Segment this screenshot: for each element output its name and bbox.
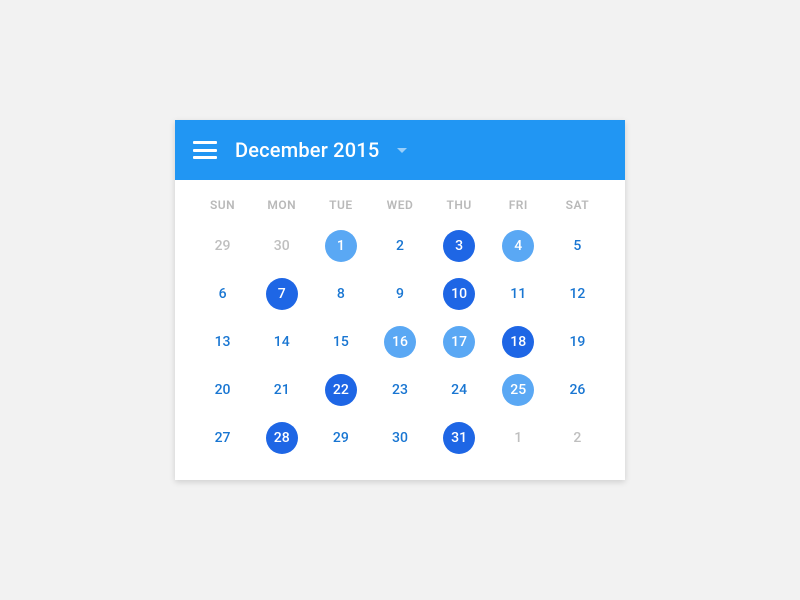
calendar-week-row: 27 28 29 30 31 12 bbox=[193, 418, 607, 458]
calendar-day-cell[interactable]: 28 bbox=[252, 418, 311, 458]
calendar-day-cell[interactable]: 6 bbox=[193, 274, 252, 314]
calendar-day-cell[interactable]: 23 bbox=[370, 370, 429, 410]
calendar-day-cell[interactable]: 8 bbox=[311, 274, 370, 314]
calendar-day-cell[interactable]: 16 bbox=[370, 322, 429, 362]
chevron-down-icon[interactable] bbox=[397, 148, 407, 153]
calendar-day[interactable]: 1 bbox=[502, 422, 534, 454]
calendar-day[interactable]: 3 bbox=[443, 230, 475, 262]
calendar-day-cell[interactable]: 7 bbox=[252, 274, 311, 314]
calendar-day[interactable]: 6 bbox=[207, 278, 239, 310]
dow-label: THU bbox=[430, 198, 489, 226]
calendar-week-row: 6789 10 11 12 bbox=[193, 274, 607, 314]
calendar-day[interactable]: 10 bbox=[443, 278, 475, 310]
calendar-week-row: 20 21 22 23 24 25 26 bbox=[193, 370, 607, 410]
calendar-day[interactable]: 15 bbox=[325, 326, 357, 358]
calendar-day[interactable]: 27 bbox=[207, 422, 239, 454]
calendar-day[interactable]: 24 bbox=[443, 374, 475, 406]
calendar-day-cell[interactable]: 5 bbox=[548, 226, 607, 266]
calendar-day-cell[interactable]: 25 bbox=[489, 370, 548, 410]
calendar-day-cell[interactable]: 15 bbox=[311, 322, 370, 362]
calendar-day-cell[interactable]: 4 bbox=[489, 226, 548, 266]
calendar-day-cell[interactable]: 29 bbox=[311, 418, 370, 458]
calendar-day-cell[interactable]: 12 bbox=[548, 274, 607, 314]
calendar-day-cell[interactable]: 14 bbox=[252, 322, 311, 362]
calendar-day-cell[interactable]: 9 bbox=[370, 274, 429, 314]
calendar-day[interactable]: 1 bbox=[325, 230, 357, 262]
calendar-day-cell[interactable]: 30 bbox=[252, 226, 311, 266]
calendar-day[interactable]: 14 bbox=[266, 326, 298, 358]
calendar-day-cell[interactable]: 3 bbox=[430, 226, 489, 266]
calendar-day-cell[interactable]: 26 bbox=[548, 370, 607, 410]
calendar-day-cell[interactable]: 18 bbox=[489, 322, 548, 362]
calendar-day[interactable]: 19 bbox=[561, 326, 593, 358]
calendar-day-cell[interactable]: 1 bbox=[311, 226, 370, 266]
calendar-week-row: 29 30 12345 bbox=[193, 226, 607, 266]
calendar-day-cell[interactable]: 21 bbox=[252, 370, 311, 410]
calendar-day[interactable]: 4 bbox=[502, 230, 534, 262]
calendar-day[interactable]: 28 bbox=[266, 422, 298, 454]
calendar-day-cell[interactable]: 27 bbox=[193, 418, 252, 458]
calendar-day[interactable]: 18 bbox=[502, 326, 534, 358]
calendar-day[interactable]: 31 bbox=[443, 422, 475, 454]
calendar-day[interactable]: 2 bbox=[561, 422, 593, 454]
calendar-day[interactable]: 21 bbox=[266, 374, 298, 406]
calendar-day[interactable]: 2 bbox=[384, 230, 416, 262]
calendar-day[interactable]: 11 bbox=[502, 278, 534, 310]
calendar-day-cell[interactable]: 19 bbox=[548, 322, 607, 362]
month-year-title: December 2015 bbox=[235, 138, 379, 162]
hamburger-icon[interactable] bbox=[193, 141, 217, 159]
calendar-day[interactable]: 23 bbox=[384, 374, 416, 406]
calendar-day-cell[interactable]: 30 bbox=[370, 418, 429, 458]
dow-label: SAT bbox=[548, 198, 607, 226]
calendar-day[interactable]: 29 bbox=[207, 230, 239, 262]
calendar-day[interactable]: 7 bbox=[266, 278, 298, 310]
dow-label: FRI bbox=[489, 198, 548, 226]
calendar-day-cell[interactable]: 22 bbox=[311, 370, 370, 410]
calendar-header: December 2015 bbox=[175, 120, 625, 180]
calendar-day-cell[interactable]: 2 bbox=[370, 226, 429, 266]
dow-label: WED bbox=[370, 198, 429, 226]
calendar-body: SUN MON TUE WED THU FRI SAT 293012345678… bbox=[175, 180, 625, 480]
calendar-day-cell[interactable]: 13 bbox=[193, 322, 252, 362]
dow-label: TUE bbox=[311, 198, 370, 226]
day-of-week-row: SUN MON TUE WED THU FRI SAT bbox=[193, 198, 607, 226]
calendar-day[interactable]: 12 bbox=[561, 278, 593, 310]
calendar-day[interactable]: 17 bbox=[443, 326, 475, 358]
calendar-day-cell[interactable]: 20 bbox=[193, 370, 252, 410]
calendar-day[interactable]: 16 bbox=[384, 326, 416, 358]
calendar-day[interactable]: 29 bbox=[325, 422, 357, 454]
calendar-day-cell[interactable]: 17 bbox=[430, 322, 489, 362]
calendar-week-row: 13 14 15 16 17 18 19 bbox=[193, 322, 607, 362]
calendar-card: December 2015 SUN MON TUE WED THU FRI SA… bbox=[175, 120, 625, 480]
calendar-day-cell[interactable]: 11 bbox=[489, 274, 548, 314]
dow-label: MON bbox=[252, 198, 311, 226]
calendar-day[interactable]: 26 bbox=[561, 374, 593, 406]
calendar-day-cell[interactable]: 29 bbox=[193, 226, 252, 266]
calendar-day-cell[interactable]: 10 bbox=[430, 274, 489, 314]
calendar-day[interactable]: 8 bbox=[325, 278, 357, 310]
calendar-day[interactable]: 30 bbox=[266, 230, 298, 262]
calendar-day[interactable]: 25 bbox=[502, 374, 534, 406]
dow-label: SUN bbox=[193, 198, 252, 226]
calendar-day-cell[interactable]: 1 bbox=[489, 418, 548, 458]
calendar-day[interactable]: 9 bbox=[384, 278, 416, 310]
calendar-day-cell[interactable]: 31 bbox=[430, 418, 489, 458]
calendar-day[interactable]: 22 bbox=[325, 374, 357, 406]
calendar-day-cell[interactable]: 2 bbox=[548, 418, 607, 458]
calendar-day[interactable]: 30 bbox=[384, 422, 416, 454]
calendar-day[interactable]: 13 bbox=[207, 326, 239, 358]
calendar-day[interactable]: 20 bbox=[207, 374, 239, 406]
calendar-day-cell[interactable]: 24 bbox=[430, 370, 489, 410]
calendar-grid: 2930123456789101112131415161718192021222… bbox=[193, 226, 607, 458]
calendar-day[interactable]: 5 bbox=[561, 230, 593, 262]
